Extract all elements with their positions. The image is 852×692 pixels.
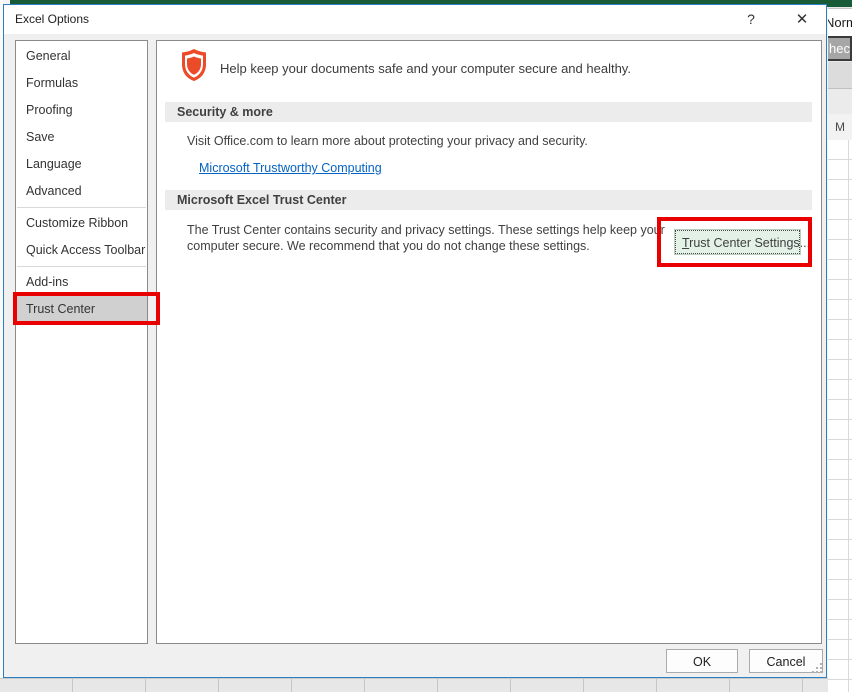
column-header-m[interactable]: M (828, 114, 852, 141)
security-shield-icon (180, 48, 208, 82)
sidebar-item-customize-ribbon[interactable]: Customize Ribbon (16, 210, 147, 237)
security-section-body: Visit Office.com to learn more about pro… (187, 134, 588, 148)
excel-background-right-strip: Norm hec M (828, 7, 852, 692)
sidebar-item-trust-center[interactable]: Trust Center (16, 296, 147, 323)
trust-center-settings-button[interactable]: Trust Center Settings... (675, 230, 800, 254)
options-content-panel: Help keep your documents safe and your c… (156, 40, 822, 644)
options-sidebar: GeneralFormulasProofingSaveLanguageAdvan… (15, 40, 148, 644)
resize-grip[interactable] (812, 663, 822, 673)
sidebar-item-proofing[interactable]: Proofing (16, 97, 147, 124)
trust-section-body-line2: computer secure. We recommend that you d… (187, 239, 590, 253)
sidebar-item-save[interactable]: Save (16, 124, 147, 151)
sidebar-item-advanced[interactable]: Advanced (16, 178, 147, 205)
sidebar-item-formulas[interactable]: Formulas (16, 70, 147, 97)
ribbon-band (828, 62, 852, 89)
section-header-microsoft-excel-trust-center: Microsoft Excel Trust Center (165, 190, 812, 210)
screen: Norm hec M Excel Options ? ✕ GeneralForm… (0, 0, 852, 692)
formula-bar-band (828, 89, 852, 115)
trust-center-settings-label: rust Center Settings... (689, 236, 810, 250)
trust-section-body-line1: The Trust Center contains security and p… (187, 223, 665, 237)
sidebar-separator (17, 207, 146, 208)
help-icon[interactable]: ? (736, 5, 766, 34)
cell-style-check-cell[interactable]: hec (828, 36, 852, 61)
sidebar-item-general[interactable]: General (16, 43, 147, 70)
intro-text: Help keep your documents safe and your c… (220, 41, 631, 97)
sidebar-item-add-ins[interactable]: Add-ins (16, 269, 147, 296)
worksheet-grid-vline (848, 140, 849, 692)
excel-grid-bottom-strip (0, 678, 828, 692)
sidebar-item-language[interactable]: Language (16, 151, 147, 178)
cell-style-normal[interactable]: Norm (828, 8, 852, 37)
section-header-security-and-more: Security & more (165, 102, 812, 122)
excel-options-dialog: Excel Options ? ✕ GeneralFormulasProofin… (3, 4, 827, 678)
microsoft-trustworthy-computing-link[interactable]: Microsoft Trustworthy Computing (199, 161, 382, 175)
close-icon[interactable]: ✕ (787, 5, 817, 34)
dialog-title: Excel Options (15, 5, 89, 34)
ok-button[interactable]: OK (666, 649, 738, 673)
dialog-titlebar: Excel Options ? ✕ (4, 5, 826, 34)
intro-row: Help keep your documents safe and your c… (157, 41, 821, 97)
sidebar-item-quick-access-toolbar[interactable]: Quick Access Toolbar (16, 237, 147, 264)
sidebar-separator (17, 266, 146, 267)
